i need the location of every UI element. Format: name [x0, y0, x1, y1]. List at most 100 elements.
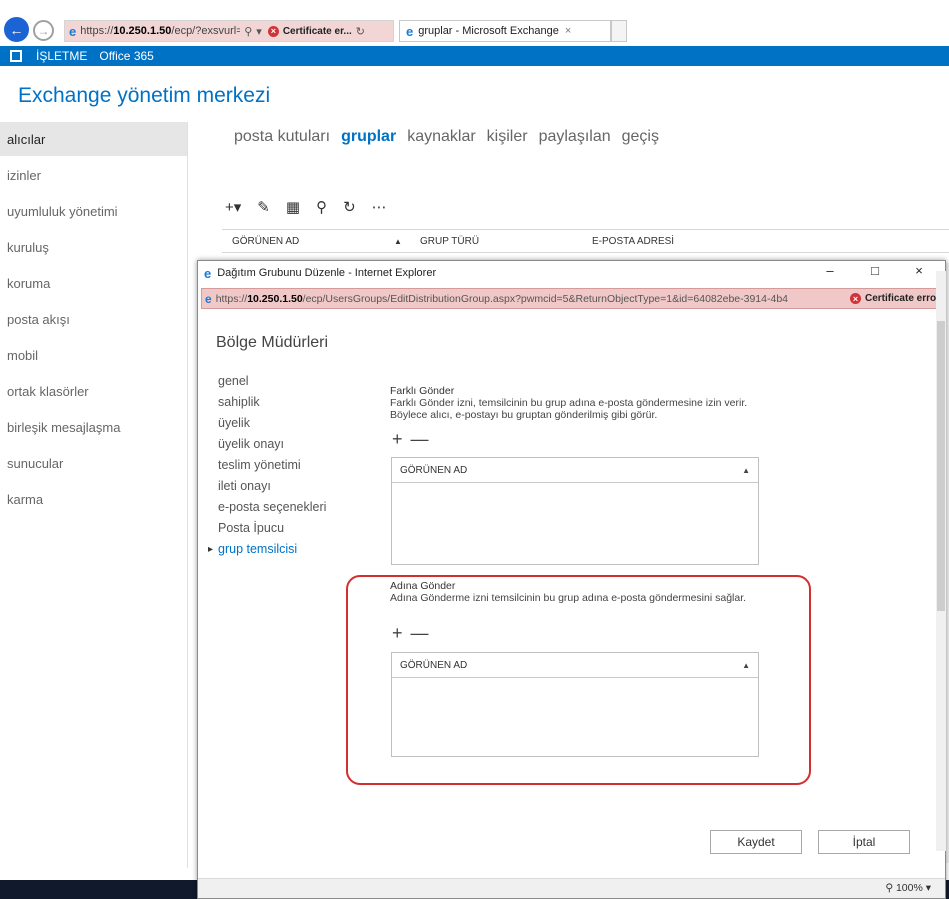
- tab-resources[interactable]: kaynaklar: [407, 128, 475, 146]
- tab-mailboxes[interactable]: posta kutuları: [234, 128, 330, 146]
- sort-asc-icon: ▲: [394, 237, 402, 246]
- column-display-name[interactable]: GÖRÜNEN AD: [400, 465, 467, 476]
- refresh-icon[interactable]: ↻: [356, 25, 365, 38]
- nav-item-hybrid[interactable]: karma: [0, 482, 187, 516]
- send-on-behalf-description: Adına Gönderme izni temsilcinin bu grup …: [390, 592, 747, 604]
- browser-tab[interactable]: e gruplar - Microsoft Exchange ×: [399, 20, 611, 42]
- maximize-icon[interactable]: □: [860, 263, 890, 278]
- group-name-heading: Bölge Müdürleri: [216, 334, 329, 351]
- back-button[interactable]: ←: [4, 17, 29, 42]
- menu-membership[interactable]: üyelik: [218, 413, 326, 434]
- status-bar: ⚲ 100% ▾: [198, 878, 945, 898]
- list-header: GÖRÜNEN AD ▲: [392, 653, 758, 678]
- search-icon[interactable]: ⚲: [316, 198, 327, 216]
- tab-migration[interactable]: geçiş: [622, 128, 659, 146]
- popup-scrollbar[interactable]: [936, 271, 946, 851]
- refresh-icon[interactable]: ↻: [343, 198, 356, 216]
- certificate-error[interactable]: Certificate error: [865, 293, 940, 304]
- nav-item-servers[interactable]: sunucular: [0, 446, 187, 480]
- send-as-title: Farklı Gönder: [390, 385, 455, 397]
- ie-logo-icon: e: [406, 23, 414, 39]
- ie-logo-icon: e: [69, 23, 77, 39]
- org-name[interactable]: İŞLETME: [36, 49, 87, 63]
- edit-group-window: e Dağıtım Grubunu Düzenle - Internet Exp…: [197, 260, 946, 899]
- nav-item-recipients[interactable]: alıcılar: [0, 122, 187, 156]
- cert-error-icon: ×: [267, 25, 279, 37]
- save-button[interactable]: Kaydet: [710, 830, 802, 854]
- add-icon[interactable]: +: [392, 429, 403, 450]
- ie-logo-icon: e: [205, 291, 212, 306]
- menu-membership-approval[interactable]: üyelik onayı: [218, 434, 326, 455]
- nav-item-unified-messaging[interactable]: birleşik mesajlaşma: [0, 410, 187, 444]
- menu-mailtip[interactable]: Posta İpucu: [218, 518, 326, 539]
- section-menu: genel sahiplik üyelik üyelik onayı tesli…: [208, 371, 326, 560]
- back-arrow-icon: ←: [9, 21, 24, 38]
- address-bar[interactable]: e https://10.250.1.50/ecp/?exsvurl=1 ⚲ ▾…: [64, 20, 394, 42]
- popup-address-bar[interactable]: e https://10.250.1.50/ecp/UsersGroups/Ed…: [201, 288, 941, 309]
- dropdown-icon[interactable]: ▾: [256, 25, 262, 38]
- add-icon[interactable]: +: [392, 623, 403, 644]
- window-title: Dağıtım Grubunu Düzenle - Internet Explo…: [217, 267, 437, 279]
- delete-icon[interactable]: ▦: [286, 198, 300, 216]
- popup-url: https://10.250.1.50/ecp/UsersGroups/Edit…: [215, 292, 788, 305]
- nav-item-permissions[interactable]: izinler: [0, 158, 187, 192]
- remove-icon[interactable]: —: [411, 623, 429, 644]
- add-icon[interactable]: +▾: [225, 198, 241, 216]
- nav-item-mail-flow[interactable]: posta akışı: [0, 302, 187, 336]
- new-tab-button[interactable]: [611, 20, 627, 42]
- nav-divider: [187, 122, 188, 868]
- menu-delivery-management[interactable]: teslim yönetimi: [218, 455, 326, 476]
- tab-contacts[interactable]: kişiler: [487, 128, 528, 146]
- send-on-behalf-title: Adına Gönder: [390, 580, 456, 592]
- zoom-level: 100%: [895, 882, 923, 894]
- grid-header: GÖRÜNEN AD ▲ GRUP TÜRÜ E-POSTA ADRESİ: [222, 229, 949, 253]
- cancel-button[interactable]: İptal: [818, 830, 910, 854]
- zoom-icon: ⚲: [885, 882, 894, 894]
- search-icon[interactable]: ⚲: [244, 25, 252, 38]
- send-as-controls: + —: [392, 429, 437, 450]
- menu-message-approval[interactable]: ileti onayı: [218, 476, 326, 497]
- minimize-icon[interactable]: –: [815, 263, 845, 278]
- left-nav: alıcılar izinler uyumluluk yönetimi kuru…: [0, 122, 187, 868]
- column-group-type[interactable]: GRUP TÜRÜ: [420, 236, 479, 247]
- remove-icon[interactable]: —: [411, 429, 429, 450]
- office365-link[interactable]: Office 365: [99, 49, 153, 63]
- close-icon[interactable]: ×: [904, 263, 934, 278]
- ie-logo-icon: e: [204, 265, 212, 281]
- nav-item-compliance[interactable]: uyumluluk yönetimi: [0, 194, 187, 228]
- window-titlebar: e Dağıtım Grubunu Düzenle - Internet Exp…: [198, 261, 945, 285]
- certificate-error[interactable]: Certificate er...: [283, 26, 352, 37]
- office-logo-icon[interactable]: [10, 50, 22, 62]
- sort-asc-icon: ▲: [742, 660, 750, 670]
- menu-general[interactable]: genel: [218, 371, 326, 392]
- menu-email-options[interactable]: e-posta seçenekleri: [218, 497, 326, 518]
- sort-asc-icon: ▲: [742, 465, 750, 475]
- tab-shared[interactable]: paylaşılan: [539, 128, 611, 146]
- forward-button[interactable]: →: [33, 20, 54, 41]
- edit-icon[interactable]: ✎: [257, 198, 270, 216]
- tab-groups[interactable]: gruplar: [341, 128, 396, 146]
- nav-item-public-folders[interactable]: ortak klasörler: [0, 374, 187, 408]
- scroll-thumb[interactable]: [937, 321, 945, 611]
- column-display-name[interactable]: GÖRÜNEN AD: [232, 236, 299, 247]
- send-as-list[interactable]: GÖRÜNEN AD ▲: [391, 457, 759, 565]
- column-email[interactable]: E-POSTA ADRESİ: [592, 236, 674, 247]
- zoom-control[interactable]: ⚲ 100% ▾: [885, 882, 931, 894]
- nav-item-organization[interactable]: kuruluş: [0, 230, 187, 264]
- column-display-name[interactable]: GÖRÜNEN AD: [400, 660, 467, 671]
- grid-toolbar: +▾ ✎ ▦ ⚲ ↻ ⋯: [225, 198, 403, 216]
- send-as-description: Farklı Gönder izni, temsilcinin bu grup …: [390, 397, 748, 421]
- browser-toolbar: ← → e https://10.250.1.50/ecp/?exsvurl=1…: [0, 0, 949, 46]
- suite-bar: İŞLETME Office 365: [0, 46, 949, 66]
- address-url: https://10.250.1.50/ecp/?exsvurl=1: [80, 25, 241, 37]
- nav-item-mobile[interactable]: mobil: [0, 338, 187, 372]
- menu-ownership[interactable]: sahiplik: [218, 392, 326, 413]
- forward-arrow-icon: →: [37, 23, 50, 38]
- send-on-behalf-list[interactable]: GÖRÜNEN AD ▲: [391, 652, 759, 757]
- cert-error-icon: ×: [850, 293, 861, 304]
- sub-navigation: posta kutuları gruplar kaynaklar kişiler…: [234, 128, 670, 146]
- close-icon[interactable]: ×: [565, 25, 571, 37]
- more-icon[interactable]: ⋯: [372, 198, 387, 216]
- menu-group-delegation[interactable]: grup temsilcisi: [208, 539, 326, 560]
- nav-item-protection[interactable]: koruma: [0, 266, 187, 300]
